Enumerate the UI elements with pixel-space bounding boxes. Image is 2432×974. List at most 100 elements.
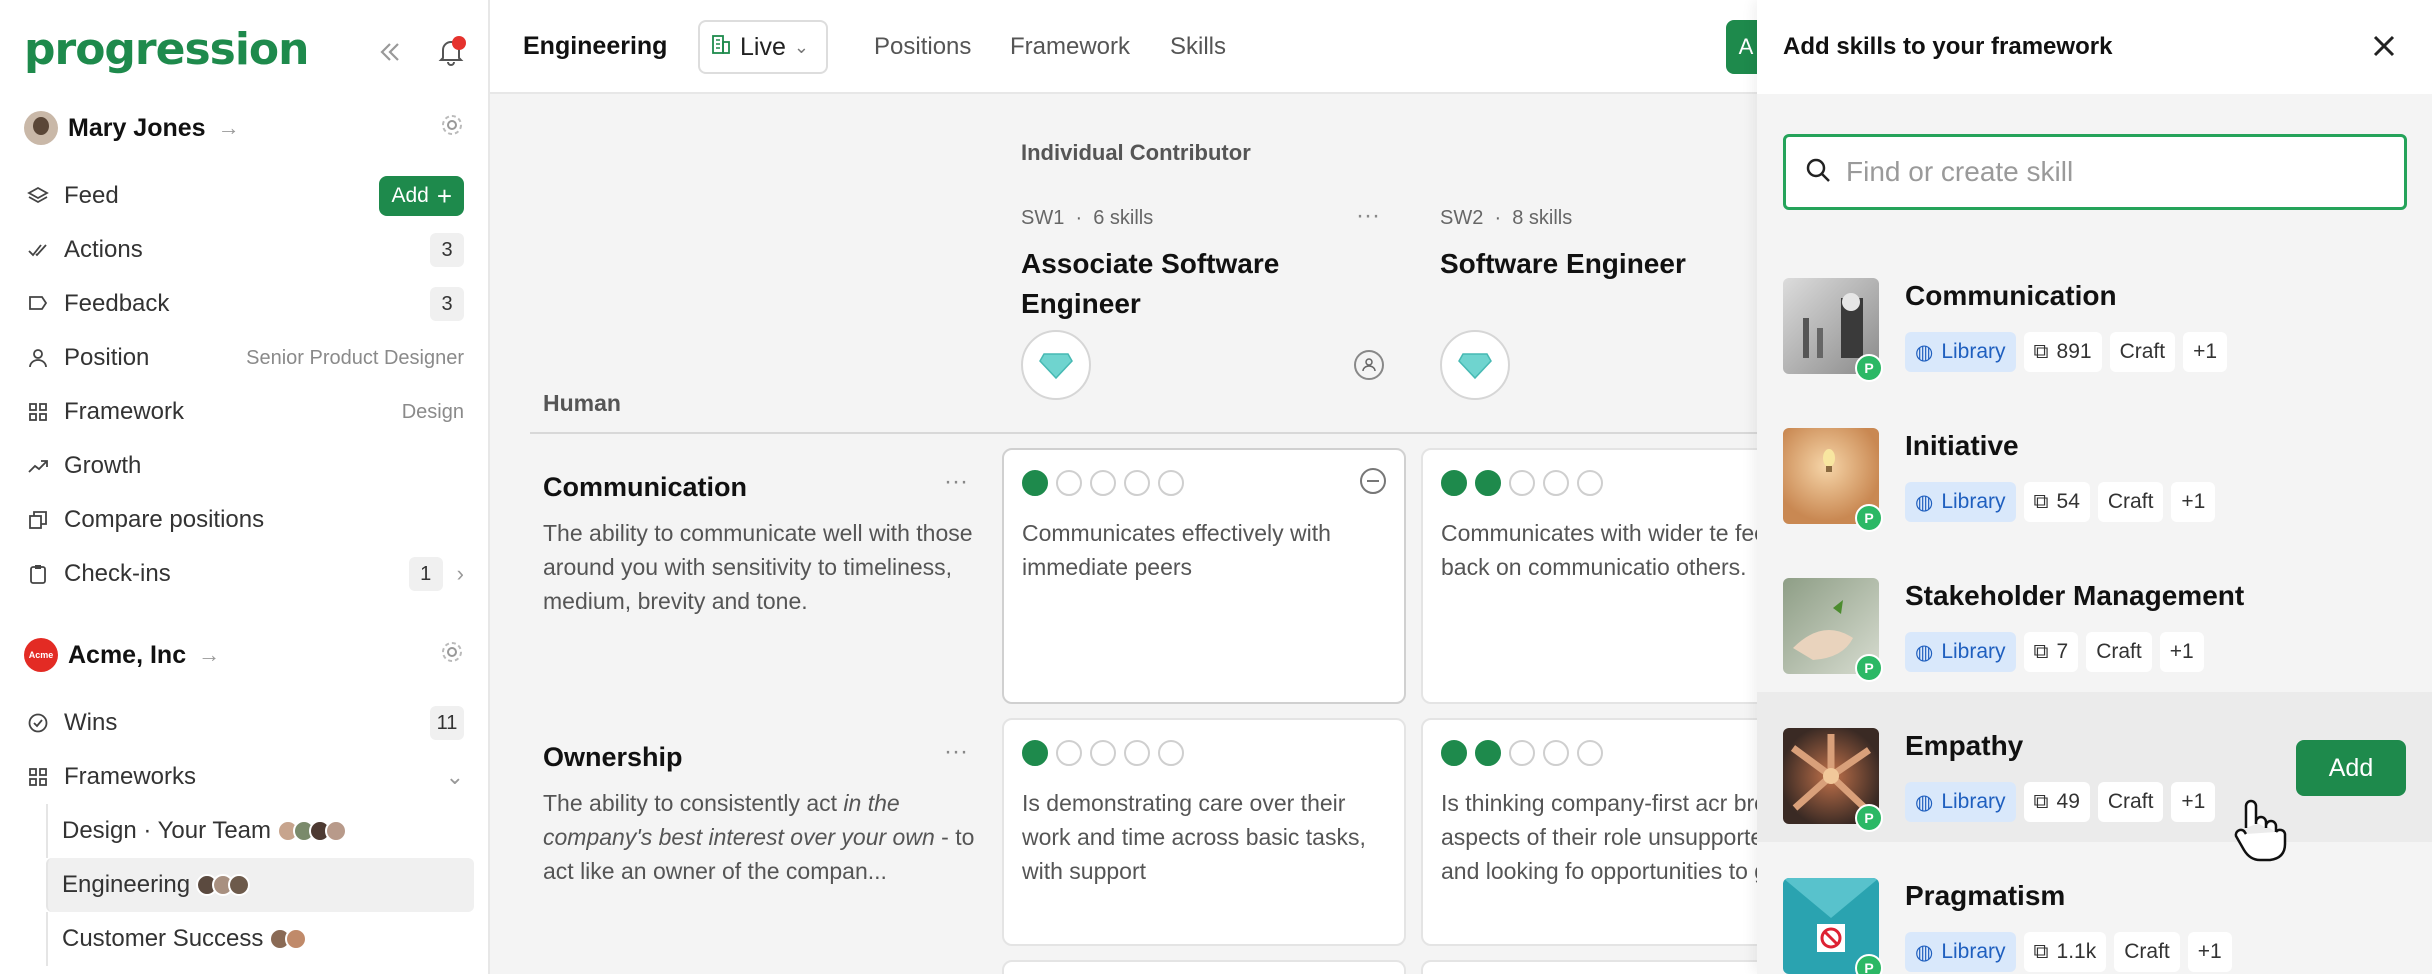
- skill-result-name: Communication: [1905, 280, 2117, 311]
- sidebar-item-label: Feedback: [64, 290, 170, 317]
- add-skill-button[interactable]: Add: [2296, 740, 2406, 796]
- level-text: Is demonstrating care over their work an…: [1022, 790, 1366, 884]
- double-check-icon: [24, 236, 52, 264]
- copy-icon: ⧉: [2033, 940, 2049, 963]
- sidebar-item-check-ins[interactable]: Check-ins 1 ›: [24, 547, 464, 601]
- skill-more-icon[interactable]: ···: [944, 468, 968, 496]
- level-card[interactable]: Is demonstrating care over their work an…: [1002, 718, 1406, 946]
- org-name: Acme, Inc: [68, 640, 187, 669]
- extra-tags-count: +1: [2187, 932, 2232, 972]
- assign-person-icon[interactable]: [1354, 350, 1384, 380]
- panel-title: Add skills to your framework: [1783, 33, 2113, 60]
- search-input[interactable]: [1846, 156, 2366, 188]
- globe-icon: ◍: [1915, 940, 1934, 964]
- sidebar-item-growth[interactable]: Growth: [24, 439, 464, 493]
- library-tag: ◍ Library: [1905, 782, 2016, 822]
- sidebar-item-position[interactable]: Position Senior Product Designer: [24, 331, 464, 385]
- status-value: Live: [740, 32, 786, 61]
- level-text: Communicates effectively with immediate …: [1022, 520, 1331, 580]
- sidebar-item-feed[interactable]: Feed Add +: [24, 169, 464, 223]
- trending-up-icon: [24, 452, 52, 480]
- track-title: Individual Contributor: [1021, 140, 1251, 165]
- position-more-icon[interactable]: ···: [1356, 202, 1380, 230]
- library-tag: ◍ Library: [1905, 932, 2016, 972]
- skill-result-name: Initiative: [1905, 430, 2019, 461]
- tab-positions[interactable]: Positions: [874, 33, 971, 61]
- add-skills-panel: Add skills to your framework P Communica…: [1757, 0, 2432, 974]
- level-card[interactable]: [1002, 960, 1406, 974]
- count-badge: 3: [430, 287, 464, 321]
- team-avatars: [196, 874, 251, 896]
- copy-icon: ⧉: [2033, 490, 2049, 513]
- globe-icon: ◍: [1915, 790, 1934, 814]
- library-tag: ◍ Library: [1905, 632, 2016, 672]
- user-name: Mary Jones: [68, 113, 206, 142]
- sidebar-item-wins[interactable]: Wins 11: [24, 696, 464, 750]
- skill-more-icon[interactable]: ···: [944, 738, 968, 766]
- grid-icon: [24, 398, 52, 426]
- usage-count-tag: ⧉ 891: [2023, 332, 2102, 372]
- skill-result-item[interactable]: P Empathy ◍ Library ⧉ 49 Craft +1 Add: [1757, 692, 2432, 842]
- sidebar-item-feedback[interactable]: Feedback 3: [24, 277, 464, 331]
- framework-item-customer-success[interactable]: Customer Success: [46, 912, 474, 966]
- globe-icon: ◍: [1915, 490, 1934, 514]
- sidebar-item-framework[interactable]: Framework Design: [24, 385, 464, 439]
- craft-tag: Craft: [2097, 482, 2164, 522]
- tab-skills[interactable]: Skills: [1170, 33, 1226, 61]
- skill-tags: ◍ Library ⧉ 49 Craft +1: [1905, 782, 2216, 822]
- framework-item-label: Engineering: [62, 871, 191, 898]
- sidebar-item-frameworks[interactable]: Frameworks ⌄: [24, 750, 464, 804]
- provider-badge: P: [1855, 654, 1883, 682]
- framework-item-design[interactable]: Design · Your Team: [46, 804, 474, 858]
- user-profile-row[interactable]: Mary Jones →: [24, 101, 464, 155]
- skill-result-item[interactable]: P Initiative ◍ Library ⧉ 54 Craft +1: [1757, 392, 2432, 542]
- level-text: Is thinking company-first acr broad aspe…: [1441, 790, 1805, 884]
- collapse-sidebar-icon[interactable]: [376, 38, 404, 71]
- position-title[interactable]: Associate Software Engineer: [1021, 244, 1281, 324]
- skill-name[interactable]: Ownership: [543, 742, 683, 773]
- sidebar-item-label: Frameworks: [64, 763, 197, 790]
- skill-description: The ability to communicate well with tho…: [543, 520, 973, 614]
- sidebar-item-compare-positions[interactable]: Compare positions: [24, 493, 464, 547]
- library-tag: ◍ Library: [1905, 482, 2016, 522]
- framework-meta: Design: [401, 400, 464, 423]
- usage-count-tag: ⧉ 7: [2023, 632, 2079, 672]
- framework-item-engineering[interactable]: Engineering: [46, 858, 474, 912]
- skill-result-item[interactable]: P Stakeholder Management ◍ Library ⧉ 7 Cra…: [1757, 542, 2432, 692]
- craft-tag: Craft: [2097, 782, 2164, 822]
- sidebar-item-actions[interactable]: Actions 3: [24, 223, 464, 277]
- remove-circle-icon[interactable]: [1360, 468, 1386, 494]
- level-card[interactable]: Communicates effectively with immediate …: [1002, 448, 1406, 704]
- skill-name[interactable]: Communication: [543, 472, 747, 503]
- add-feed-button[interactable]: Add +: [379, 176, 464, 216]
- panel-header: Add skills to your framework: [1757, 0, 2432, 94]
- app-logo[interactable]: progression: [24, 24, 309, 75]
- sidebar: progression Mary Jones → Feed Add + Actio…: [0, 0, 490, 974]
- sidebar-item-label: Growth: [64, 452, 142, 479]
- globe-icon: ◍: [1915, 640, 1934, 664]
- skill-search-field[interactable]: [1783, 134, 2407, 210]
- org-settings-gear-icon[interactable]: [440, 640, 464, 671]
- arrow-right-icon: →: [217, 115, 240, 140]
- breadcrumb: Engineering: [523, 32, 668, 60]
- library-tag: ◍ Library: [1905, 332, 2016, 372]
- skill-result-item[interactable]: P Pragmatism ◍ Library ⧉ 1.1k Craft +1: [1757, 842, 2432, 974]
- org-row[interactable]: Acme Acme, Inc →: [24, 628, 464, 682]
- tab-framework[interactable]: Framework: [1010, 33, 1130, 61]
- framework-item-label: Design · Your Team: [62, 817, 272, 844]
- close-icon[interactable]: [2370, 32, 2398, 65]
- acme-logo: Acme: [24, 638, 58, 672]
- settings-gear-icon[interactable]: [440, 113, 464, 144]
- status-select[interactable]: Live ⌄: [698, 20, 828, 74]
- position-meta-sw1: SW1 · 6 skills: [1021, 207, 1154, 229]
- chevron-down-icon[interactable]: ⌄: [446, 764, 464, 790]
- skill-tags: ◍ Library ⧉ 7 Craft +1: [1905, 632, 2204, 672]
- grid-icon: [24, 763, 52, 791]
- skill-tags: ◍ Library ⧉ 891 Craft +1: [1905, 332, 2228, 372]
- skill-result-item[interactable]: P Communication ◍ Library ⧉ 891 Craft +1: [1757, 242, 2432, 392]
- position-title[interactable]: Software Engineer: [1440, 244, 1700, 284]
- team-avatars: [269, 928, 308, 950]
- skill-result-name: Pragmatism: [1905, 880, 2066, 911]
- provider-badge: P: [1855, 954, 1883, 974]
- usage-count-tag: ⧉ 49: [2023, 782, 2090, 822]
